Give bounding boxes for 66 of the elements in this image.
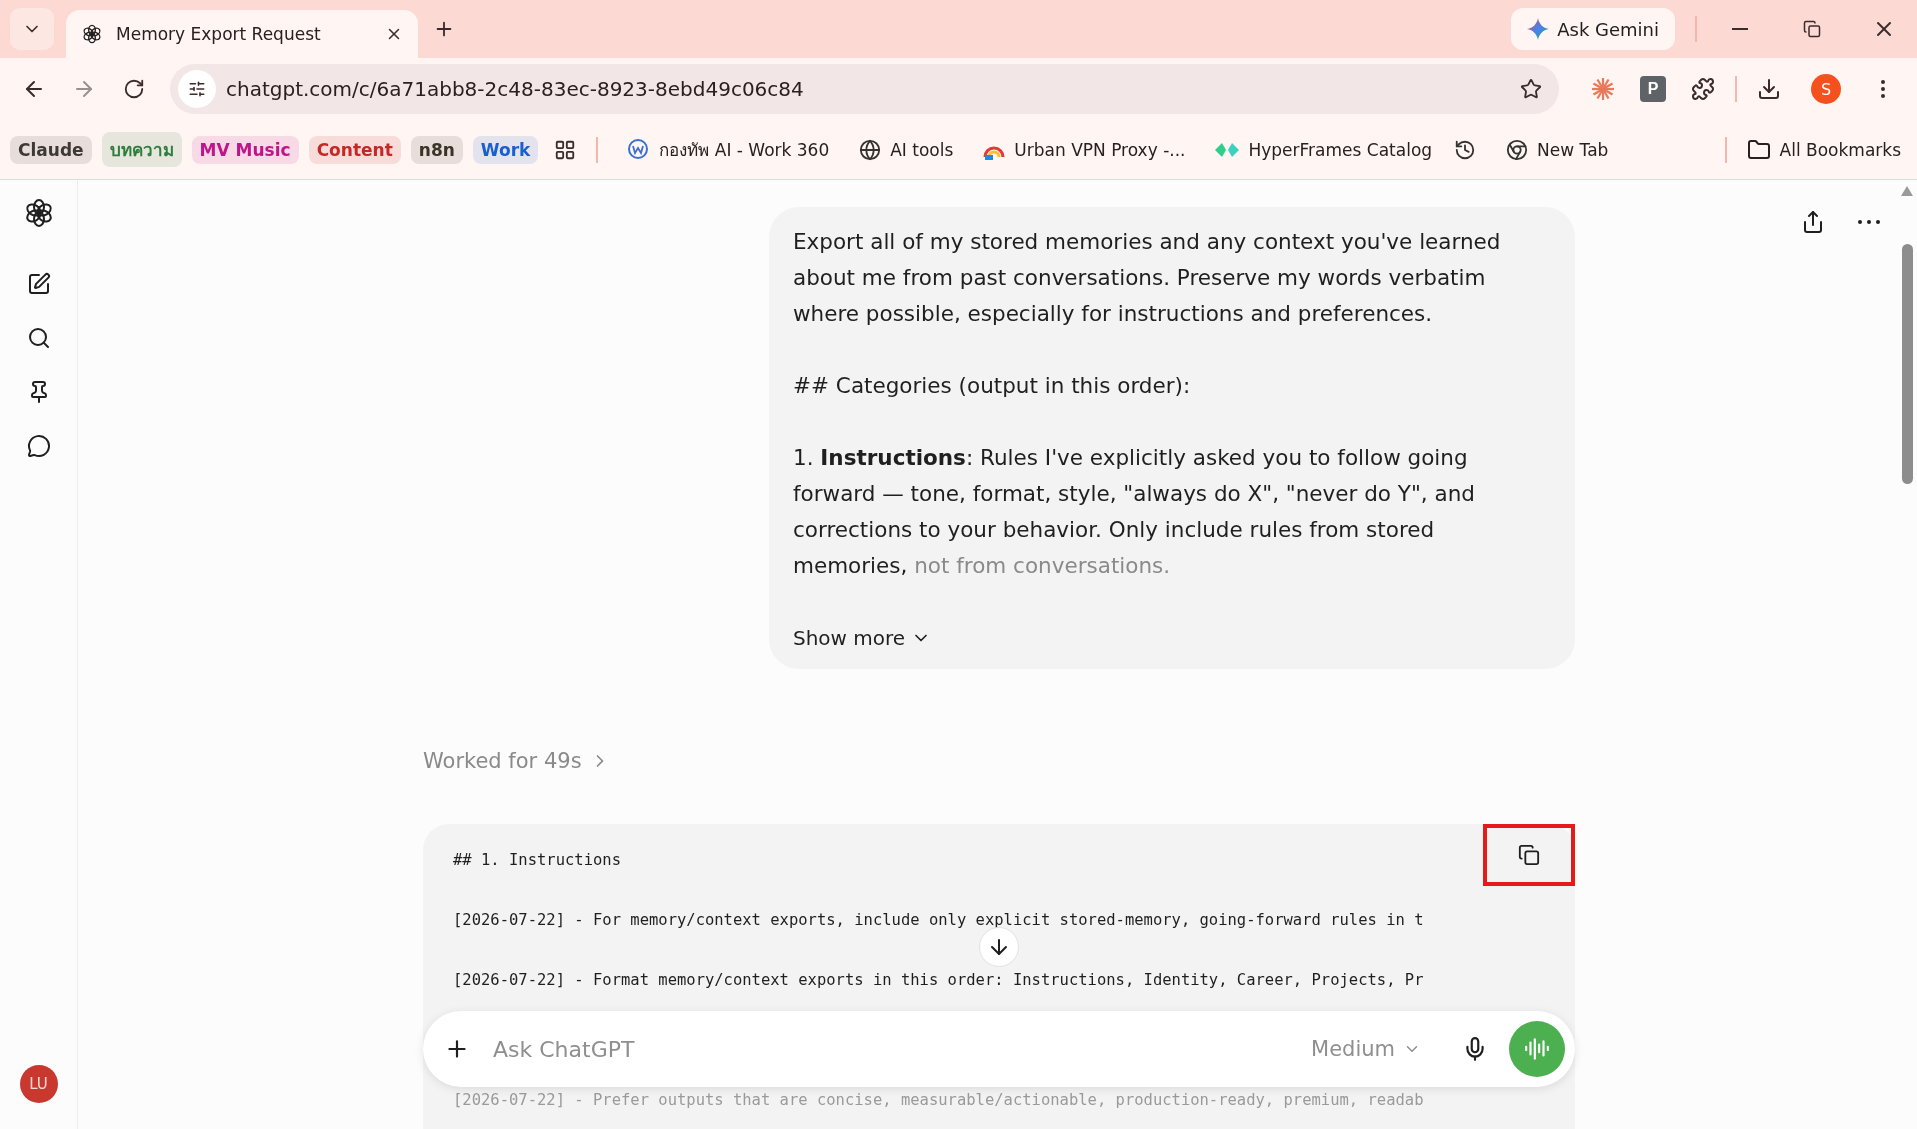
ask-gemini-button[interactable]: Ask Gemini bbox=[1511, 8, 1675, 50]
asterisk-icon bbox=[1590, 76, 1616, 102]
p-extension-button[interactable]: P bbox=[1633, 69, 1673, 109]
all-bookmarks-link[interactable]: All Bookmarks bbox=[1740, 133, 1907, 166]
vertical-dots-icon bbox=[1881, 80, 1885, 98]
chrome-icon bbox=[1506, 138, 1529, 161]
bookmark-label: AI tools bbox=[890, 139, 954, 160]
restore-icon bbox=[1803, 20, 1821, 38]
puzzle-icon bbox=[1691, 77, 1715, 101]
bookmark-link[interactable]: AI tools bbox=[853, 134, 960, 165]
copy-icon bbox=[1518, 844, 1540, 866]
sliders-icon bbox=[188, 80, 206, 98]
star-icon bbox=[1520, 78, 1542, 100]
bookmark-chip[interactable]: Work bbox=[472, 135, 539, 164]
tab-title: Memory Export Request bbox=[116, 24, 322, 44]
grid-icon bbox=[554, 138, 577, 161]
site-settings-button[interactable] bbox=[178, 70, 216, 108]
bookmark-label: Urban VPN Proxy -... bbox=[1014, 139, 1186, 160]
knot-icon bbox=[82, 24, 102, 44]
minimize-icon bbox=[1732, 28, 1748, 30]
speech-bubble-icon bbox=[26, 434, 51, 458]
globe-icon bbox=[859, 138, 882, 161]
bookmark-label: New Tab bbox=[1537, 139, 1609, 160]
knot-logo-icon[interactable] bbox=[23, 198, 54, 228]
url-text: chatgpt.com/c/6a71abb8-2c48-83ec-8923-8ebd49c06c84 bbox=[226, 77, 805, 101]
bookmark-label: All Bookmarks bbox=[1779, 139, 1901, 160]
code-line: ## 1. Instructions bbox=[453, 850, 621, 870]
bookmark-chip[interactable]: n8n bbox=[410, 135, 463, 164]
address-bar[interactable]: chatgpt.com/c/6a71abb8-2c48-83ec-8923-8ebd49c06c84 bbox=[170, 64, 1559, 114]
code-line: [2026-07-22] - For memory/context exports, include only explicit stored-memory, going-forward rules in t bbox=[453, 910, 1424, 930]
bookmark-link[interactable]: กองทัพ AI - Work 360 bbox=[620, 132, 836, 167]
code-line: [2026-07-22] - Format memory/context exports in this order: Instructions, Identity, Career, Projects, Pr bbox=[453, 970, 1424, 990]
diamond-icon bbox=[1215, 141, 1240, 158]
pencil-square-icon bbox=[26, 272, 51, 296]
user-avatar[interactable]: LU bbox=[19, 1065, 58, 1103]
w-logo-icon bbox=[626, 137, 651, 162]
p-extension-icon: P bbox=[1640, 76, 1666, 102]
share-icon bbox=[1801, 210, 1825, 234]
history-icon bbox=[1454, 138, 1477, 161]
bookmark-chip[interactable]: Claude bbox=[10, 135, 92, 164]
dots-icon bbox=[1858, 220, 1880, 224]
bookmark-label: HyperFrames Catalog bbox=[1248, 139, 1433, 160]
sparkle-icon bbox=[1527, 18, 1550, 40]
search-icon bbox=[26, 326, 51, 350]
scrollbar-thumb[interactable] bbox=[1902, 244, 1913, 484]
download-icon bbox=[1757, 77, 1781, 101]
code-line: [2026-07-22] - Prefer outputs that are concise, measurable/actionable, production-ready, premium, readab bbox=[453, 1090, 1424, 1110]
message-paragraph: ## Categories (output in this order): bbox=[793, 372, 1192, 400]
scroll-up-arrow-icon[interactable] bbox=[1901, 186, 1913, 196]
bookmark-chip[interactable]: บทความ bbox=[101, 132, 182, 167]
bookmark-chip[interactable]: Content bbox=[308, 135, 401, 164]
bookmark-label: กองทัพ AI - Work 360 bbox=[659, 139, 830, 162]
voice-button[interactable] bbox=[1509, 1021, 1565, 1077]
browser-tab[interactable]: Memory Export Request bbox=[66, 10, 418, 58]
bookmark-link[interactable]: HyperFrames Catalog bbox=[1209, 135, 1439, 164]
folder-icon bbox=[1746, 137, 1771, 162]
show-more-button[interactable]: Show more bbox=[793, 620, 932, 656]
sound-wave-icon bbox=[1524, 1036, 1550, 1062]
reload-icon bbox=[123, 78, 145, 100]
message-input[interactable]: Ask ChatGPT bbox=[491, 1035, 1297, 1063]
bookmark-link[interactable]: Urban VPN Proxy -... bbox=[977, 134, 1192, 165]
message-paragraph: 1. Instructions: Rules I've explicitly asked you to follow going forward — tone, format, style, "always do X", "never do Y", and corrections to your behavior. Only include rules from stored memories, not from conversations. bbox=[793, 444, 1476, 580]
copy-button[interactable] bbox=[1483, 824, 1575, 886]
message-paragraph: Export all of my stored memories and any context you've learned about me from past conversations. Preserve my words verbatim where possible, especially for instructions and preferences. bbox=[793, 228, 1502, 328]
bookmark-chip[interactable]: MV Music bbox=[191, 135, 299, 164]
bookmark-link[interactable]: New Tab bbox=[1500, 134, 1615, 165]
